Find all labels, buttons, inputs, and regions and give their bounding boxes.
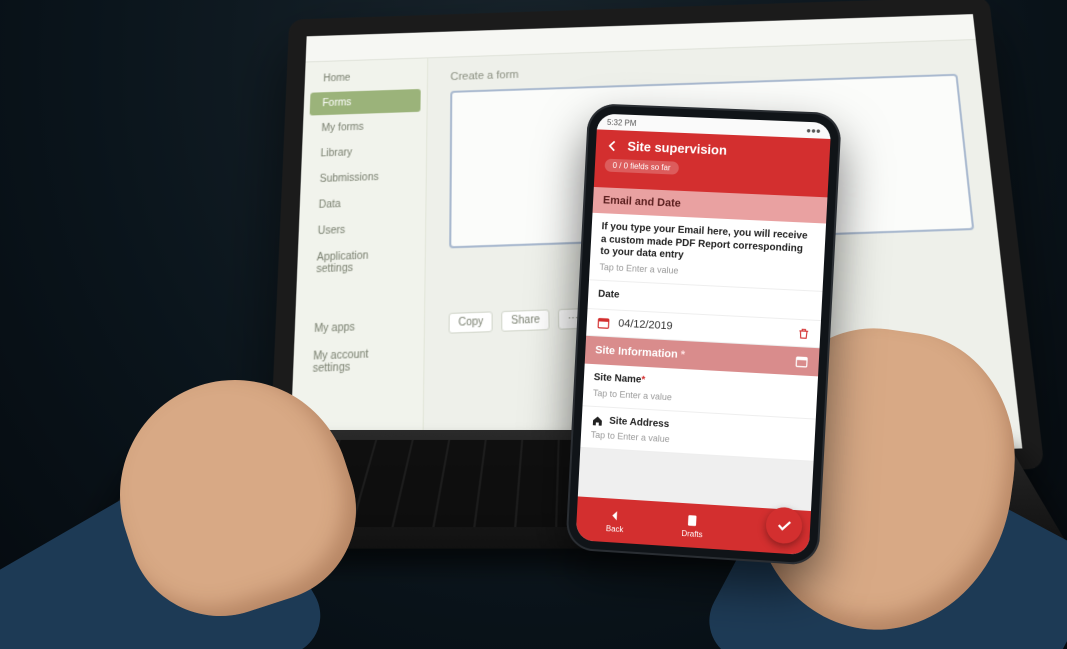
tab-back-label: Back (606, 524, 624, 534)
laptop-btn-share[interactable]: Share (502, 309, 550, 331)
tab-drafts-label: Drafts (681, 528, 703, 538)
phone-page-title: Site supervision (627, 139, 727, 158)
section-email-date-label: Email and Date (603, 194, 681, 209)
field-email-label: If you type your Email here, you will re… (600, 221, 816, 269)
phone-screen: 5:32 PM ●●● Site supervision 0 / 0 field… (576, 113, 832, 555)
scene: Home Forms My forms Library Submissions … (0, 0, 1067, 649)
field-date-label: Date (598, 288, 812, 311)
phone-app-bar: Site supervision 0 / 0 fields so far (594, 129, 831, 197)
status-icons: ●●● (806, 125, 821, 135)
sidebar-item-myforms[interactable]: My forms (309, 114, 421, 141)
section-site-info-label: Site Information * (595, 344, 685, 361)
home-icon (591, 414, 603, 427)
sidebar-item-submissions[interactable]: Submissions (307, 164, 420, 191)
sidebar-item-home[interactable]: Home (311, 64, 422, 90)
progress-pill: 0 / 0 fields so far (604, 159, 678, 175)
calendar-icon (596, 315, 610, 330)
laptop-btn-copy[interactable]: Copy (449, 311, 494, 333)
tab-back[interactable]: Back (576, 496, 655, 545)
status-time: 5:32 PM (607, 117, 637, 127)
tab-drafts[interactable]: Drafts (653, 501, 733, 550)
sidebar-item-myapps[interactable]: My apps (301, 313, 418, 342)
field-date-value: 04/12/2019 (610, 317, 797, 339)
sidebar-item-forms[interactable]: Forms (310, 89, 421, 116)
calendar2-icon (794, 354, 809, 369)
field-site-address-label: Site Address (609, 415, 670, 431)
sidebar-item-account[interactable]: My account settings (299, 340, 417, 382)
sidebar-item-settings[interactable]: Application settings (303, 242, 419, 282)
field-email[interactable]: If you type your Email here, you will re… (589, 213, 826, 292)
back-icon[interactable] (605, 138, 619, 152)
trash-icon[interactable] (797, 326, 811, 340)
sidebar-item-data[interactable]: Data (306, 190, 420, 218)
phone: 5:32 PM ●●● Site supervision 0 / 0 field… (565, 103, 842, 566)
sidebar-item-library[interactable]: Library (308, 139, 420, 166)
sidebar-item-users[interactable]: Users (305, 216, 419, 244)
